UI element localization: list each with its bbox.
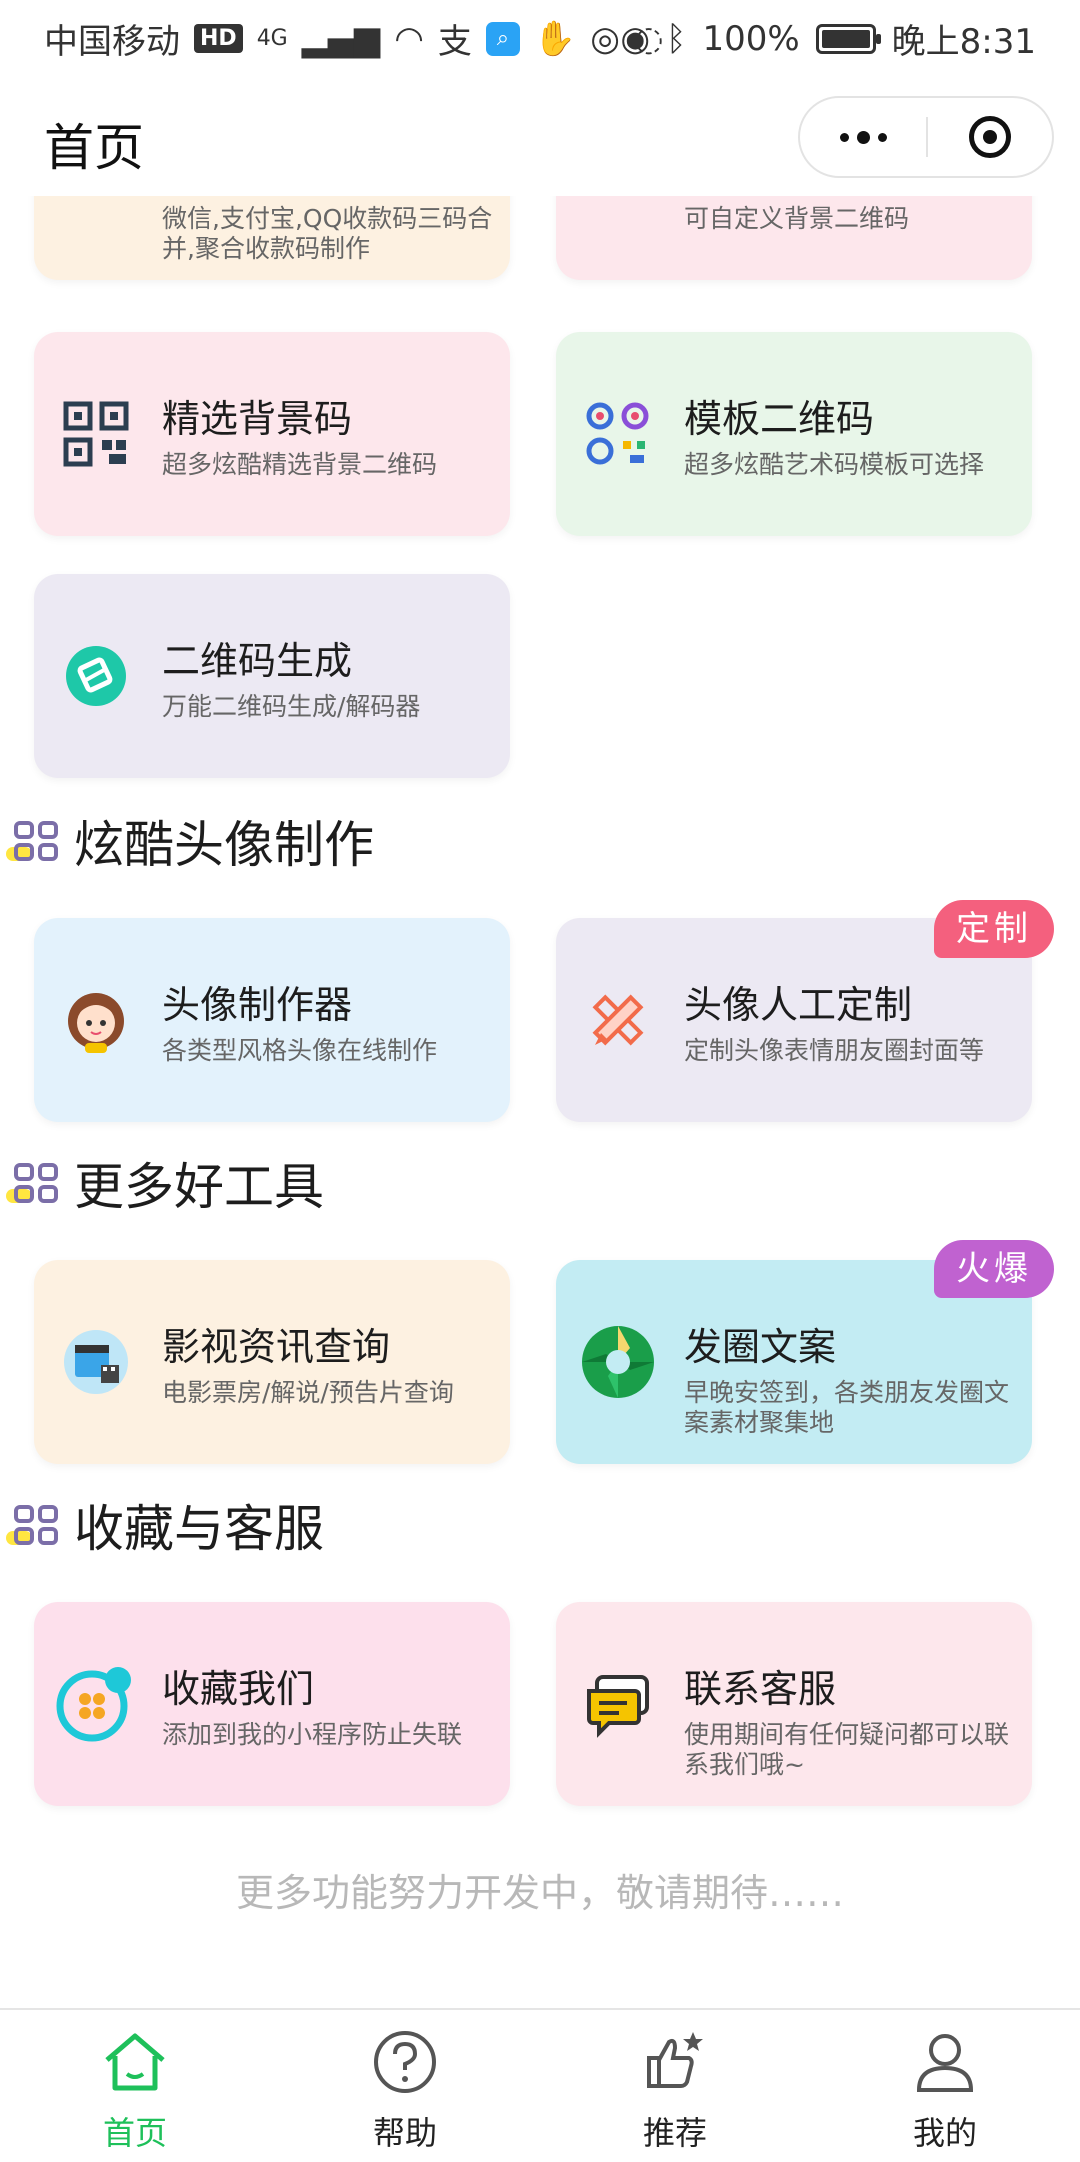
card-title: 头像制作器 bbox=[162, 983, 353, 1027]
section-title: 收藏与客服 bbox=[74, 1500, 324, 1558]
card-title: 联系客服 bbox=[684, 1667, 837, 1711]
section-title: 炫酷头像制作 bbox=[74, 816, 374, 874]
battery-icon bbox=[815, 23, 881, 54]
qr-code-icon bbox=[56, 394, 136, 474]
card-desc: 超多炫酷艺术码模板可选择 bbox=[684, 450, 985, 479]
tab-mine[interactable]: 我的 bbox=[810, 2010, 1080, 2162]
tab-help[interactable]: 帮助 bbox=[270, 2010, 540, 2162]
card-desc: 添加到我的小程序防止失联 bbox=[162, 1720, 463, 1749]
nav-header: 首页 bbox=[0, 78, 1080, 196]
eye-icon: ◉ bbox=[620, 18, 651, 59]
tab-label: 推荐 bbox=[642, 2114, 707, 2152]
bluetooth-icon: ᛒ bbox=[666, 18, 687, 59]
target-icon bbox=[968, 116, 1011, 158]
qr-frame-icon bbox=[578, 196, 658, 208]
tab-bar: 首页 帮助 推荐 我的 bbox=[0, 2008, 1080, 2162]
wechat-icon: ◎ bbox=[590, 18, 620, 59]
card-title: 收藏我们 bbox=[162, 1667, 315, 1711]
search-app-icon: ⌕ bbox=[485, 21, 520, 56]
card-desc: 万能二维码生成/解码器 bbox=[162, 692, 421, 721]
tab-label: 首页 bbox=[102, 2114, 167, 2152]
template-qr-card[interactable]: 模板二维码 超多炫酷艺术码模板可选择 bbox=[556, 332, 1032, 536]
tab-home[interactable]: 首页 bbox=[0, 2010, 270, 2162]
more-button[interactable] bbox=[800, 98, 926, 176]
merged-pay-card[interactable]: 微信,支付宝,QQ收款码三码合并,聚合收款码制作 bbox=[34, 196, 510, 280]
section-favorites-header: 收藏与客服 bbox=[6, 1490, 324, 1560]
home-icon bbox=[101, 2028, 169, 2096]
status-right: ◉ ᛒ 100% 晚上8:31 bbox=[620, 14, 1036, 63]
card-title: 模板二维码 bbox=[684, 397, 875, 441]
card-title: 影视资讯查询 bbox=[162, 1325, 391, 1369]
card-desc: 各类型风格头像在线制作 bbox=[162, 1036, 438, 1065]
more-dot-icon bbox=[856, 130, 870, 144]
color-qr-icon bbox=[578, 394, 658, 474]
badge-hot: 火爆 bbox=[934, 1240, 1054, 1298]
signal-bars-icon: ▂▄▆ bbox=[301, 18, 381, 59]
tab-recommend[interactable]: 推荐 bbox=[540, 2010, 810, 2162]
movie-card[interactable]: 影视资讯查询 电影票房/解说/预告片查询 bbox=[34, 1260, 510, 1464]
wallet-icon bbox=[56, 196, 136, 208]
battery-text: 100% bbox=[702, 18, 800, 59]
page-title: 首页 bbox=[44, 119, 144, 177]
custom-bg-card[interactable]: 可自定义背景二维码 bbox=[556, 196, 1032, 280]
pencil-ruler-icon bbox=[578, 980, 658, 1060]
avatar-maker-card[interactable]: 头像制作器 各类型风格头像在线制作 bbox=[34, 918, 510, 1122]
more-dot-icon bbox=[839, 132, 849, 142]
qr-gen-icon bbox=[56, 636, 136, 716]
hand-icon: ✋ bbox=[533, 18, 577, 59]
card-title: 精选背景码 bbox=[162, 397, 353, 441]
status-bar: 中国移动 HD 4G ▂▄▆ ◠ 支 ⌕ ✋ ◎ ◌ ◉ ᛒ 100% 晚上8:… bbox=[0, 0, 1080, 78]
grid-icon bbox=[6, 1159, 62, 1207]
card-desc: 可自定义背景二维码 bbox=[684, 204, 910, 233]
section-tools-header: 更多好工具 bbox=[6, 1148, 324, 1218]
chat-icon bbox=[578, 1664, 658, 1744]
camera-shutter-icon bbox=[578, 1322, 658, 1402]
card-desc: 微信,支付宝,QQ收款码三码合并,聚合收款码制作 bbox=[162, 204, 493, 263]
card-desc: 定制头像表情朋友圈封面等 bbox=[684, 1036, 985, 1065]
card-desc: 早晚安签到，各类朋友发圈文案素材聚集地 bbox=[684, 1378, 1010, 1437]
status-left: 中国移动 HD 4G ▂▄▆ ◠ 支 ⌕ ✋ ◎ ◌ bbox=[44, 14, 664, 63]
menu-capsule bbox=[798, 96, 1054, 178]
alipay-icon: 支 bbox=[437, 22, 472, 62]
signal-icon: 4G bbox=[256, 26, 288, 51]
section-title: 更多好工具 bbox=[74, 1158, 324, 1216]
more-dot-icon bbox=[877, 132, 887, 142]
card-desc: 电影票房/解说/预告片查询 bbox=[162, 1378, 454, 1407]
card-title: 发圈文案 bbox=[684, 1325, 837, 1369]
qr-gen-card[interactable]: 二维码生成 万能二维码生成/解码器 bbox=[34, 574, 510, 778]
card-desc: 使用期间有任何疑问都可以联系我们哦~ bbox=[684, 1720, 1010, 1779]
service-card[interactable]: 联系客服 使用期间有任何疑问都可以联系我们哦~ bbox=[556, 1602, 1032, 1806]
card-desc: 超多炫酷精选背景二维码 bbox=[162, 450, 438, 479]
film-icon bbox=[56, 1322, 136, 1402]
tab-label: 帮助 bbox=[372, 2114, 437, 2152]
badge-custom: 定制 bbox=[934, 900, 1054, 958]
help-icon bbox=[371, 2028, 439, 2096]
hd-badge: HD bbox=[194, 24, 243, 53]
carrier-name: 中国移动 bbox=[44, 22, 180, 62]
section-avatar-header: 炫酷头像制作 bbox=[6, 806, 374, 876]
coming-soon-note: 更多功能努力开发中，敬请期待…… bbox=[235, 1871, 844, 1915]
selected-bg-card[interactable]: 精选背景码 超多炫酷精选背景二维码 bbox=[34, 332, 510, 536]
card-title: 头像人工定制 bbox=[684, 983, 913, 1027]
close-miniprogram-button[interactable] bbox=[928, 98, 1052, 176]
favorite-card[interactable]: 收藏我们 添加到我的小程序防止失联 bbox=[34, 1602, 510, 1806]
avatar-girl-icon bbox=[56, 980, 136, 1060]
clock: 晚上8:31 bbox=[891, 22, 1036, 62]
wifi-icon: ◠ bbox=[394, 18, 424, 59]
grid-icon bbox=[6, 1501, 62, 1549]
grid-icon bbox=[6, 817, 62, 865]
tab-label: 我的 bbox=[912, 2114, 977, 2152]
user-icon bbox=[911, 2028, 979, 2096]
scroll-content[interactable]: 微信,支付宝,QQ收款码三码合并,聚合收款码制作 可自定义背景二维码 精选背景码… bbox=[0, 196, 1080, 2008]
favorite-icon bbox=[56, 1664, 136, 1744]
thumbs-up-icon bbox=[641, 2028, 709, 2096]
card-title: 二维码生成 bbox=[162, 639, 353, 683]
